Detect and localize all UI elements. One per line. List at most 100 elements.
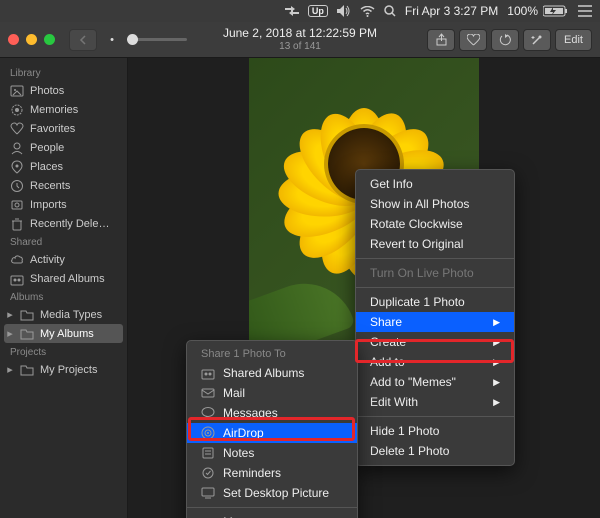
share-shared-albums[interactable]: Shared Albums [187, 363, 357, 383]
sidebar-item-recently-dele-[interactable]: Recently Dele… [0, 214, 127, 233]
ctx-get-info[interactable]: Get Info [356, 174, 514, 194]
window-toolbar: • June 2, 2018 at 12:22:59 PM 13 of 141 … [0, 22, 600, 58]
photo-viewer: Get Info Show in All Photos Rotate Clockwi… [128, 58, 600, 518]
share-button[interactable] [427, 29, 455, 51]
share-item-label: Reminders [223, 466, 281, 480]
sidebar-item-memories[interactable]: Memories [0, 100, 127, 119]
folder-icon [20, 327, 34, 341]
shared-icon [10, 272, 24, 286]
sidebar-item-label: Activity [30, 254, 65, 266]
ctx-show-in-all-photos[interactable]: Show in All Photos [356, 194, 514, 214]
share-set-desktop-picture[interactable]: Set Desktop Picture [187, 483, 357, 503]
sidebar-item-label: Recently Dele… [30, 218, 109, 230]
ctx-item-label: Get Info [370, 177, 413, 191]
rotate-button[interactable] [491, 29, 519, 51]
people-icon [10, 141, 24, 155]
share-item-label: Shared Albums [223, 366, 304, 380]
ctx-create[interactable]: Create▶ [356, 332, 514, 352]
sidebar-item-label: People [30, 142, 64, 154]
ctx-share[interactable]: Share ▶ [356, 312, 514, 332]
ctx-hide-photo[interactable]: Hide 1 Photo [356, 421, 514, 441]
share-more[interactable]: More… [187, 512, 357, 518]
messages-icon [201, 406, 215, 420]
volume-icon[interactable] [337, 5, 351, 17]
toolbar-title: June 2, 2018 at 12:22:59 PM 13 of 141 [223, 27, 377, 53]
submenu-arrow-icon: ▶ [493, 317, 500, 328]
heart-icon [10, 122, 24, 136]
share-reminders[interactable]: Reminders [187, 463, 357, 483]
battery-status[interactable]: 100% [507, 4, 569, 18]
zoom-slider[interactable] [127, 38, 187, 41]
sidebar-item-activity[interactable]: Activity [0, 250, 127, 269]
sidebar-item-label: My Projects [40, 364, 97, 376]
sidebar-item-photos[interactable]: Photos [0, 81, 127, 100]
edit-button[interactable]: Edit [555, 29, 592, 51]
sidebar-item-recents[interactable]: Recents [0, 176, 127, 195]
ctx-delete-photo[interactable]: Delete 1 Photo [356, 441, 514, 461]
share-mail[interactable]: Mail [187, 383, 357, 403]
share-airdrop[interactable]: AirDrop [187, 423, 357, 443]
photo-counter: 13 of 141 [223, 40, 377, 53]
ctx-item-label: Turn On Live Photo [370, 266, 474, 280]
sidebar-item-my-albums[interactable]: ▸My Albums [4, 324, 123, 343]
share-item-label: Mail [223, 386, 245, 400]
ctx-item-label: Create [370, 335, 406, 349]
traffic-lights[interactable] [8, 34, 55, 45]
context-menu: Get Info Show in All Photos Rotate Clockwi… [355, 169, 515, 466]
notification-center-icon[interactable] [578, 5, 592, 17]
back-button[interactable] [69, 29, 97, 51]
sidebar-item-label: Places [30, 161, 63, 173]
ctx-item-label: Delete 1 Photo [370, 444, 449, 458]
photos-icon [10, 84, 24, 98]
menu-separator [356, 258, 514, 259]
sidebar-item-media-types[interactable]: ▸ Media Types [0, 305, 127, 324]
ctx-turn-on-live-photo: Turn On Live Photo [356, 263, 514, 283]
submenu-head: Share 1 Photo To [187, 345, 357, 363]
sidebar-item-places[interactable]: Places [0, 157, 127, 176]
favorite-button[interactable] [459, 29, 487, 51]
ctx-add-to-memes-[interactable]: Add to "Memes"▶ [356, 372, 514, 392]
share-notes[interactable]: Notes [187, 443, 357, 463]
share-messages[interactable]: Messages [187, 403, 357, 423]
ctx-item-label: Share [370, 315, 402, 329]
folder-icon [20, 363, 34, 377]
ctx-item-label: Revert to Original [370, 237, 463, 251]
ctx-edit-with[interactable]: Edit With▶ [356, 392, 514, 412]
sidebar: LibraryPhotosMemoriesFavoritesPeoplePlac… [0, 58, 128, 518]
zoom-out-button[interactable]: • [103, 29, 121, 51]
sidebar-section-head: Shared [0, 233, 127, 250]
ctx-duplicate-photo[interactable]: Duplicate 1 Photo [356, 292, 514, 312]
up-badge-icon: Up [308, 5, 328, 17]
mail-icon [201, 386, 215, 400]
chevron-right-icon: ▸ [6, 363, 14, 377]
menubar-datetime[interactable]: Fri Apr 3 3:27 PM [405, 4, 498, 18]
sidebar-item-label: Media Types [40, 309, 102, 321]
ctx-item-label: Add to [370, 355, 405, 369]
ctx-rotate-clockwise[interactable]: Rotate Clockwise [356, 214, 514, 234]
cloud-icon [10, 253, 24, 267]
ctx-item-label: Rotate Clockwise [370, 217, 463, 231]
sidebar-item-shared-albums[interactable]: Shared Albums [0, 269, 127, 288]
sidebar-item-favorites[interactable]: Favorites [0, 119, 127, 138]
ctx-add-to[interactable]: Add to▶ [356, 352, 514, 372]
ctx-revert-to-original[interactable]: Revert to Original [356, 234, 514, 254]
sidebar-item-people[interactable]: People [0, 138, 127, 157]
clock-icon [10, 179, 24, 193]
submenu-arrow-icon: ▶ [493, 377, 500, 388]
chevron-right-icon: ▸ [6, 308, 14, 322]
sidebar-item-label: Memories [30, 104, 78, 116]
sidebar-item-my-projects[interactable]: ▸ My Projects [0, 360, 127, 379]
sidebar-item-label: Recents [30, 180, 70, 192]
sidebar-item-imports[interactable]: Imports [0, 195, 127, 214]
search-icon[interactable] [384, 5, 396, 17]
notes-icon [201, 446, 215, 460]
submenu-arrow-icon: ▶ [493, 397, 500, 408]
minimize-button[interactable] [26, 34, 37, 45]
imports-icon [10, 198, 24, 212]
close-button[interactable] [8, 34, 19, 45]
sidebar-item-label: Imports [30, 199, 67, 211]
fullscreen-button[interactable] [44, 34, 55, 45]
wifi-icon[interactable] [360, 6, 375, 17]
auto-enhance-button[interactable] [523, 29, 551, 51]
sidebar-section-head: Projects [0, 343, 127, 360]
